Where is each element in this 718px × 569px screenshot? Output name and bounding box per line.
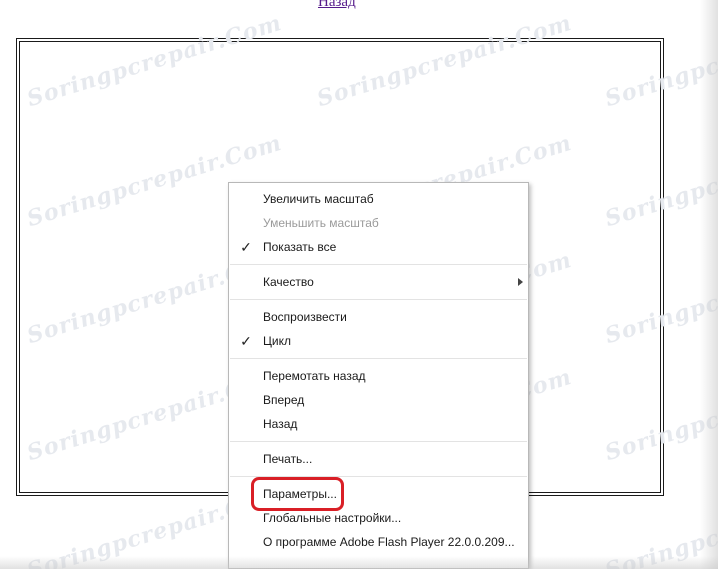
checkmark-icon: ✓: [240, 239, 252, 255]
menu-item-label: Цикл: [263, 334, 291, 348]
menu-item-zoom-out: Уменьшить масштаб: [229, 211, 528, 235]
menu-item-label: Печать...: [263, 452, 313, 466]
back-link[interactable]: Назад: [318, 0, 356, 11]
checkmark-icon: ✓: [240, 333, 252, 349]
menu-item-label: Глобальные настройки...: [263, 511, 402, 525]
menu-item-show-all[interactable]: ✓ Показать все: [229, 235, 528, 259]
menu-item-label: Качество: [263, 275, 314, 289]
submenu-arrow-icon: [518, 278, 523, 286]
menu-item-back[interactable]: Назад: [229, 412, 528, 436]
menu-item-label: Увеличить масштаб: [263, 192, 374, 206]
menu-item-zoom-in[interactable]: Увеличить масштаб: [229, 187, 528, 211]
menu-item-loop[interactable]: ✓ Цикл: [229, 329, 528, 353]
menu-item-label: Уменьшить масштаб: [263, 216, 379, 230]
page-edge-shadow: [700, 0, 718, 569]
menu-item-print[interactable]: Печать...: [229, 447, 528, 471]
screenshot-stage: Назад Soringpcrepair.Com Soringpcrepair.…: [0, 0, 718, 569]
menu-item-label: Вперед: [263, 393, 305, 407]
menu-item-forward[interactable]: Вперед: [229, 388, 528, 412]
menu-item-label: Перемотать назад: [263, 369, 366, 383]
menu-item-label: Показать все: [263, 240, 337, 254]
menu-item-rewind[interactable]: Перемотать назад: [229, 364, 528, 388]
menu-item-settings[interactable]: Параметры...: [229, 482, 528, 506]
flash-context-menu: Увеличить масштаб Уменьшить масштаб ✓ По…: [228, 182, 529, 569]
menu-item-label: Воспроизвести: [263, 310, 347, 324]
menu-separator: [230, 299, 527, 300]
menu-item-quality[interactable]: Качество: [229, 270, 528, 294]
menu-item-label: Параметры...: [263, 487, 337, 501]
menu-item-global-settings[interactable]: Глобальные настройки...: [229, 506, 528, 530]
menu-item-about-flash[interactable]: О программе Adobe Flash Player 22.0.0.20…: [229, 530, 528, 554]
menu-item-label: Назад: [263, 417, 298, 431]
menu-separator: [230, 441, 527, 442]
menu-separator: [230, 358, 527, 359]
menu-item-play[interactable]: Воспроизвести: [229, 305, 528, 329]
menu-item-label: О программе Adobe Flash Player 22.0.0.20…: [263, 535, 515, 549]
menu-separator: [230, 476, 527, 477]
menu-separator: [230, 264, 527, 265]
